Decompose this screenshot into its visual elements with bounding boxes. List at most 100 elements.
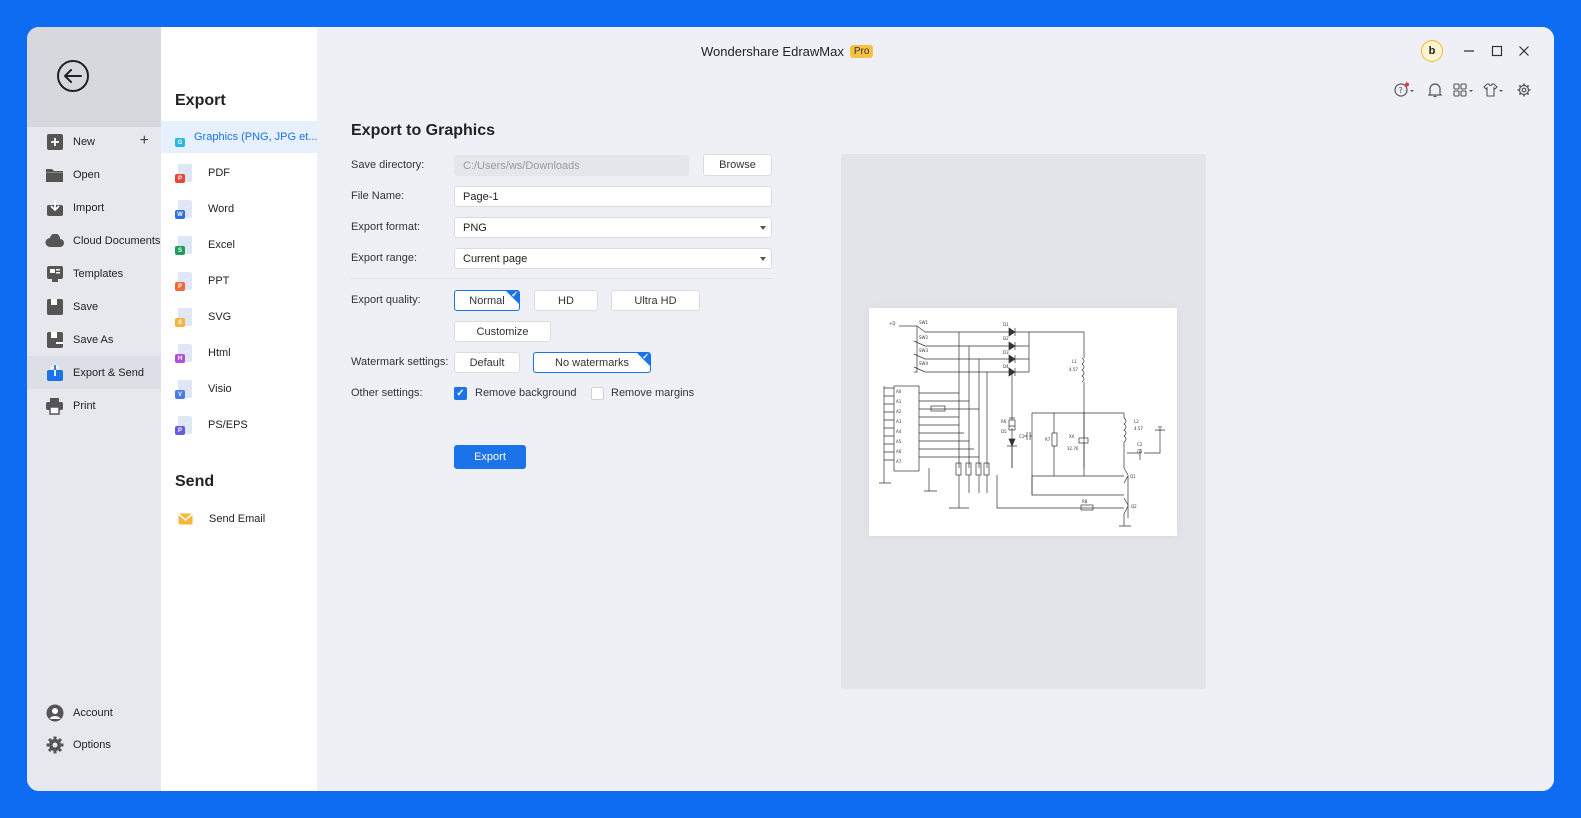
svg-text:SW1: SW1 bbox=[919, 320, 928, 325]
export-preview-panel: +D SW1 SW2 SW3 SW4 D1 D2 D3 D4 A0 A1 A2 A3 A4 A5 A6 A7… bbox=[841, 154, 1206, 689]
export-item-ppt[interactable]: P PPT bbox=[161, 265, 317, 297]
maximize-icon bbox=[1491, 45, 1503, 57]
save-as-icon bbox=[45, 330, 64, 349]
nav-item-open[interactable]: Open bbox=[27, 158, 161, 191]
nav-item-label: Open bbox=[73, 168, 100, 181]
import-icon bbox=[45, 198, 64, 217]
export-item-label: Excel bbox=[208, 239, 235, 251]
export-item-graphics-png-jpg-et[interactable]: G Graphics (PNG, JPG et... bbox=[161, 121, 317, 153]
file-type-icon: S bbox=[175, 308, 192, 327]
nav-item-label: Save bbox=[73, 300, 99, 313]
save-directory-label: Save directory: bbox=[351, 159, 425, 171]
nav-item-new[interactable]: New + bbox=[27, 125, 161, 158]
maximize-button[interactable] bbox=[1487, 43, 1507, 59]
folder-icon bbox=[45, 165, 64, 184]
help-icon: ? bbox=[1394, 82, 1414, 97]
add-icon[interactable]: + bbox=[140, 133, 149, 149]
file-type-icon: W bbox=[175, 200, 192, 219]
nav-item-save[interactable]: Save bbox=[27, 290, 161, 323]
svg-text:A0: A0 bbox=[896, 389, 902, 394]
watermark-none-button[interactable]: No watermarks ✓ bbox=[533, 352, 651, 373]
user-avatar[interactable]: b bbox=[1421, 40, 1443, 62]
svg-text:SW3: SW3 bbox=[919, 348, 928, 353]
watermark-default-button[interactable]: Default bbox=[454, 352, 520, 373]
export-format-select[interactable]: PNG bbox=[454, 217, 772, 238]
app-title: Wondershare EdrawMax bbox=[701, 44, 844, 59]
export-item-visio[interactable]: V Visio bbox=[161, 373, 317, 405]
nav-item-label: Account bbox=[73, 706, 113, 719]
export-item-label: Send Email bbox=[209, 513, 266, 525]
svg-text:SW2: SW2 bbox=[919, 335, 928, 340]
preview-page: +D SW1 SW2 SW3 SW4 D1 D2 D3 D4 A0 A1 A2 A3 A4 A5 A6 A7… bbox=[869, 308, 1177, 536]
minimize-button[interactable] bbox=[1459, 43, 1479, 59]
file-type-badge: W bbox=[175, 210, 185, 219]
close-icon bbox=[1519, 46, 1529, 56]
export-item-label: Graphics (PNG, JPG et... bbox=[194, 131, 318, 143]
export-section-title: Export bbox=[175, 92, 226, 109]
apps-button[interactable] bbox=[1453, 82, 1475, 98]
help-button[interactable]: ? bbox=[1394, 82, 1416, 98]
remove-margins-checkbox[interactable] bbox=[591, 387, 604, 400]
app-window: New + Open Import Cloud Documents Templa… bbox=[27, 27, 1554, 791]
main-panel: Wondershare EdrawMax Pro b ? Export to G… bbox=[317, 27, 1554, 791]
nav-item-print[interactable]: Print bbox=[27, 389, 161, 422]
svg-text:Q2: Q2 bbox=[1131, 504, 1137, 509]
nav-item-export-send[interactable]: Export & Send bbox=[27, 356, 161, 389]
svg-text:R8: R8 bbox=[1082, 499, 1088, 504]
export-format-label: Export format: bbox=[351, 221, 421, 233]
browse-button[interactable]: Browse bbox=[703, 154, 772, 176]
export-range-select[interactable]: Current page bbox=[454, 248, 772, 269]
svg-text:A6: A6 bbox=[896, 449, 902, 454]
file-name-input[interactable]: Page-1 bbox=[454, 186, 772, 207]
svg-text:C3: C3 bbox=[1137, 449, 1143, 454]
remove-background-checkbox[interactable]: ✓ bbox=[454, 387, 467, 400]
file-type-icon: P bbox=[175, 164, 192, 183]
close-button[interactable] bbox=[1514, 43, 1534, 59]
svg-text:A5: A5 bbox=[896, 439, 902, 444]
quality-ultra-hd-button[interactable]: Ultra HD bbox=[611, 290, 700, 311]
file-type-badge: P bbox=[175, 282, 185, 291]
form-divider bbox=[351, 278, 772, 279]
export-item-word[interactable]: W Word bbox=[161, 193, 317, 225]
print-icon bbox=[45, 396, 64, 415]
remove-background-label: Remove background bbox=[475, 387, 577, 399]
export-item-excel[interactable]: S Excel bbox=[161, 229, 317, 261]
customize-button[interactable]: Customize bbox=[454, 321, 551, 342]
back-button[interactable] bbox=[57, 60, 89, 92]
file-type-badge: P bbox=[175, 426, 185, 435]
notifications-button[interactable] bbox=[1428, 82, 1442, 98]
nav-item-import[interactable]: Import bbox=[27, 191, 161, 224]
theme-button[interactable] bbox=[1483, 82, 1505, 98]
file-type-icon: P bbox=[175, 416, 192, 435]
svg-text:D3: D3 bbox=[1003, 350, 1009, 355]
export-item-pdf[interactable]: P PDF bbox=[161, 157, 317, 189]
left-nav: New + Open Import Cloud Documents Templa… bbox=[27, 27, 161, 791]
export-item-send-email[interactable]: Send Email bbox=[161, 503, 317, 535]
pro-badge: Pro bbox=[849, 45, 874, 58]
quality-normal-button[interactable]: Normal ✓ bbox=[454, 290, 520, 311]
export-button[interactable]: Export bbox=[454, 445, 526, 469]
svg-text:A2: A2 bbox=[896, 409, 902, 414]
file-type-icon: V bbox=[175, 380, 192, 399]
export-item-html[interactable]: H Html bbox=[161, 337, 317, 369]
quality-hd-button[interactable]: HD bbox=[534, 290, 598, 311]
nav-item-label: Options bbox=[73, 738, 111, 751]
export-item-label: PDF bbox=[208, 167, 230, 179]
export-item-svg[interactable]: S SVG bbox=[161, 301, 317, 333]
file-type-icon: S bbox=[175, 236, 192, 255]
send-section-title: Send bbox=[175, 473, 215, 490]
export-item-ps-eps[interactable]: P PS/EPS bbox=[161, 409, 317, 441]
check-icon: ✓ bbox=[511, 290, 518, 299]
nav-item-cloud-documents[interactable]: Cloud Documents bbox=[27, 224, 161, 257]
settings-button[interactable] bbox=[1517, 82, 1531, 98]
svg-text:32.76: 32.76 bbox=[1067, 446, 1079, 451]
nav-item-account[interactable]: Account bbox=[27, 696, 161, 729]
chevron-down-icon bbox=[760, 257, 766, 261]
nav-item-options[interactable]: Options bbox=[27, 728, 161, 761]
watermark-option-label: No watermarks bbox=[555, 356, 629, 369]
file-type-icon: P bbox=[175, 272, 192, 291]
nav-item-label: Export & Send bbox=[73, 366, 144, 379]
export-item-label: PS/EPS bbox=[208, 419, 248, 431]
nav-item-save-as[interactable]: Save As bbox=[27, 323, 161, 356]
nav-item-templates[interactable]: Templates bbox=[27, 257, 161, 290]
